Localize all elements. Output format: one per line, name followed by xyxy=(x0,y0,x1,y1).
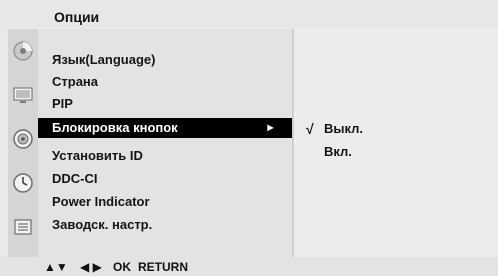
submenu-option-on[interactable]: Вкл. xyxy=(294,141,498,163)
options-menu-list: Язык(Language) Страна PIP Блокировка кно… xyxy=(38,29,292,257)
up-down-arrows-icon: ▲▼ xyxy=(44,260,68,274)
navigation-hint-bar: ▲▼ ◀ ▶ OK RETURN xyxy=(0,257,498,276)
menu-item-set-id[interactable]: Установить ID xyxy=(38,145,292,167)
menu-item-key-lock[interactable]: Блокировка кнопок ► xyxy=(38,118,292,138)
menu-item-language[interactable]: Язык(Language) xyxy=(38,49,292,71)
menu-item-power-indicator[interactable]: Power Indicator xyxy=(38,191,292,213)
menu-item-label: Страна xyxy=(52,74,99,89)
menu-item-label: Заводск. настр. xyxy=(52,217,153,232)
category-icon-rail xyxy=(8,29,38,257)
time-icon[interactable] xyxy=(8,161,38,205)
menu-item-pip[interactable]: PIP xyxy=(38,93,292,115)
sound-icon[interactable] xyxy=(8,117,38,161)
menu-item-label: Язык(Language) xyxy=(52,52,156,67)
menu-item-label: Блокировка кнопок xyxy=(52,120,178,135)
picture-icon[interactable] xyxy=(8,29,38,73)
ok-hint: OK xyxy=(113,260,131,274)
menu-item-label: DDC-CI xyxy=(52,171,98,186)
menu-item-label: Установить ID xyxy=(52,148,143,163)
submenu-option-label: Выкл. xyxy=(324,121,364,136)
submenu-arrow-icon: ► xyxy=(265,122,276,134)
return-hint: RETURN xyxy=(138,260,188,274)
screen-icon[interactable] xyxy=(8,73,38,117)
menu-item-country[interactable]: Страна xyxy=(38,71,292,93)
options-icon[interactable] xyxy=(8,205,38,249)
menu-item-label: PIP xyxy=(52,96,73,111)
submenu-option-off[interactable]: √ Выкл. xyxy=(294,118,498,140)
menu-item-ddc-ci[interactable]: DDC-CI xyxy=(38,168,292,190)
menu-item-label: Power Indicator xyxy=(52,194,150,209)
osd-menu-panel: Опции Язык(Language) Страна PIP Блокиров… xyxy=(0,0,498,276)
submenu-panel: √ Выкл. Вкл. xyxy=(294,29,498,257)
submenu-option-label: Вкл. xyxy=(324,144,352,159)
checkmark-icon: √ xyxy=(306,121,314,137)
left-right-arrows-icon: ◀ ▶ xyxy=(80,260,102,274)
menu-title: Опции xyxy=(54,9,100,25)
title-bar: Опции xyxy=(0,2,498,27)
menu-item-factory-reset[interactable]: Заводск. настр. xyxy=(38,214,292,236)
